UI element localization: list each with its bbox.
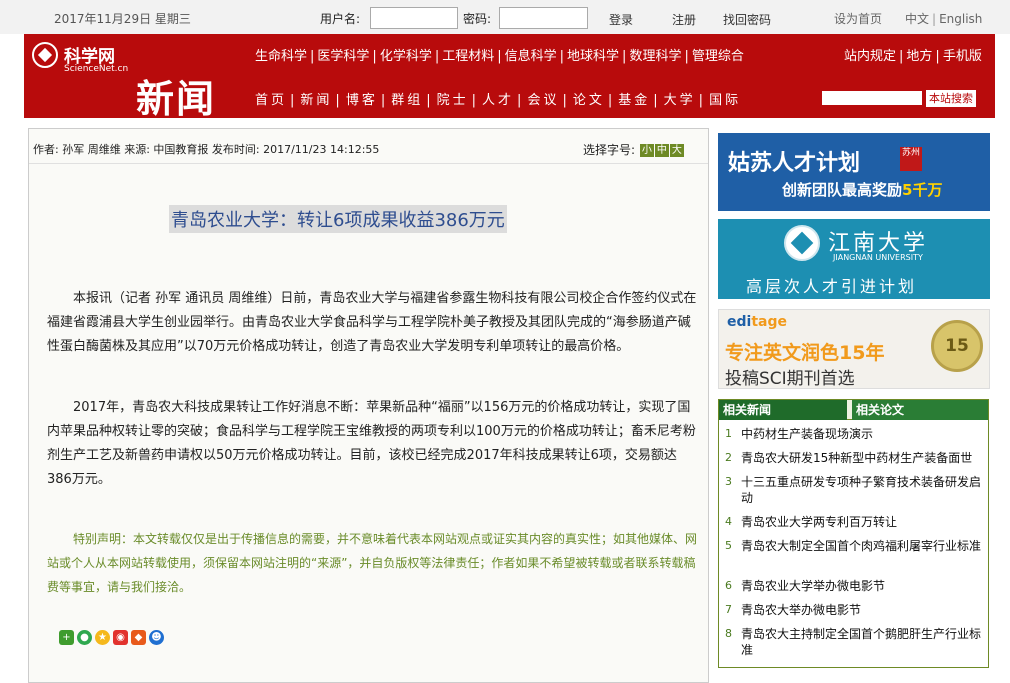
ad3-line2: 投稿SCI期刊首选 [725, 369, 855, 389]
share-qzone-icon[interactable]: ★ [95, 630, 110, 645]
nav-life-science[interactable]: 生命科学 [255, 49, 307, 64]
article-paragraph-1: 本报讯（记者 孙军 通讯员 周维维）日前，青岛农业大学与福建省参露生物科技有限公… [47, 291, 697, 354]
nav-blog[interactable]: 博客 [346, 93, 378, 108]
ad1-subtitle: 创新团队最高奖励5千万 [782, 181, 943, 199]
ad1-suzhou-tag: 苏州 [900, 147, 922, 171]
anniversary-badge-icon: 15 [931, 320, 983, 372]
list-item[interactable]: 2 青岛农大研发15种新型中药材生产装备面世 [719, 450, 988, 474]
nav-university[interactable]: 大学 [664, 93, 696, 108]
share-weibo-icon[interactable]: ◉ [113, 630, 128, 645]
subject-nav: 生命科学 | 医学科学 | 化学科学 | 工程材料 | 信息科学 | 地球科学 | 数理科学 | 管理综合 [255, 49, 744, 64]
list-item[interactable]: 6 青岛农业大学举办微电影节 [719, 578, 988, 602]
list-item[interactable]: 1 中药材生产装备现场演示 [719, 426, 988, 450]
nav-local[interactable]: 地方 [906, 49, 932, 64]
nav-papers[interactable]: 论文 [573, 93, 605, 108]
gusu-talent-ad[interactable]: 姑苏人才计划 苏州 创新团队最高奖励5千万 [718, 133, 990, 211]
ad3-line1: 专注英文润色15年 [725, 342, 885, 364]
current-date: 2017年11月29日 星期三 [54, 12, 191, 26]
tab-related-news[interactable]: 相关新闻 [719, 400, 847, 420]
font-size-selector: 选择字号: 小中大 [583, 141, 684, 158]
nav-home[interactable]: 首页 [255, 93, 287, 108]
article-paragraph-2: 2017年，青岛农大科技成果转让工作好消息不断：苹果新品种“福丽”以156万元的… [47, 400, 696, 487]
nav-international[interactable]: 国际 [709, 93, 741, 108]
logo-en-text: ScienceNet.cn [64, 64, 129, 74]
site-search-button[interactable]: 本站搜索 [926, 90, 976, 107]
site-header: 科学网 ScienceNet.cn 新闻 生命科学 | 医学科学 | 化学科学 | 工程材料… [24, 34, 995, 121]
editage-logo: editage [727, 314, 787, 330]
article-meta: 作者: 孙军 周维维 来源: 中国教育报 发布时间: 2017/11/23 14… [33, 143, 380, 156]
share-person-icon[interactable]: ☻ [149, 630, 164, 645]
nav-management[interactable]: 管理综合 [692, 49, 744, 64]
font-size-label: 选择字号: [583, 143, 636, 157]
password-input[interactable] [499, 7, 588, 29]
related-news-list: 1 中药材生产装备现场演示 2 青岛农大研发15种新型中药材生产装备面世 3 十三五重… [719, 426, 988, 666]
section-title: 新闻 [136, 76, 217, 121]
utility-nav: 站内规定 | 地方 | 手机版 [844, 49, 982, 64]
article-panel: 作者: 孙军 周维维 来源: 中国教育报 发布时间: 2017/11/23 14… [28, 128, 709, 683]
university-seal-icon [784, 225, 820, 261]
top-bar: 2017年11月29日 星期三 用户名: 密码: 登录 注册 找回密码 设为首页… [0, 0, 1010, 34]
font-size-large[interactable]: 大 [669, 144, 684, 157]
font-size-small[interactable]: 小 [639, 144, 654, 157]
tab-related-papers[interactable]: 相关论文 [852, 400, 988, 420]
ad2-university-name-en: JIANGNAN UNIVERSITY [833, 253, 923, 262]
nav-mobile[interactable]: 手机版 [943, 49, 982, 64]
recover-password-link[interactable]: 找回密码 [723, 11, 771, 28]
ad2-subtitle: 高层次人才引进计划 [746, 277, 918, 296]
nav-meetings[interactable]: 会议 [527, 93, 559, 108]
nav-chemistry[interactable]: 化学科学 [380, 49, 432, 64]
site-logo[interactable]: 科学网 ScienceNet.cn [26, 36, 142, 78]
list-item[interactable]: 3 十三五重点研发专项种子繁育技术装备研发启动 [719, 474, 988, 514]
username-label: 用户名: [320, 12, 361, 26]
login-link[interactable]: 登录 [609, 11, 633, 28]
site-search-input[interactable] [822, 91, 922, 105]
nav-engineering[interactable]: 工程材料 [442, 49, 494, 64]
nav-funds[interactable]: 基金 [618, 93, 650, 108]
nav-earth-science[interactable]: 地球科学 [567, 49, 619, 64]
share-more-icon[interactable]: + [59, 630, 74, 645]
nav-site-rules[interactable]: 站内规定 [844, 49, 896, 64]
list-item[interactable]: 8 青岛农大主持制定全国首个鹅肥肝生产行业标准 [719, 626, 988, 666]
list-item[interactable]: 4 青岛农业大学两专利百万转让 [719, 514, 988, 538]
meta-divider [29, 163, 708, 164]
lang-cn-link[interactable]: 中文 [905, 12, 929, 26]
share-wechat-icon[interactable]: ● [77, 630, 92, 645]
font-size-medium[interactable]: 中 [654, 144, 669, 157]
nav-talent[interactable]: 人才 [482, 93, 514, 108]
nav-info-science[interactable]: 信息科学 [505, 49, 557, 64]
username-input[interactable] [370, 7, 458, 29]
nav-academicians[interactable]: 院士 [437, 93, 469, 108]
lang-en-link[interactable]: English [939, 12, 982, 26]
nav-groups[interactable]: 群组 [391, 93, 423, 108]
jiangnan-university-ad[interactable]: 江南大学 JIANGNAN UNIVERSITY 高层次人才引进计划 [718, 219, 990, 299]
nav-news[interactable]: 新闻 [300, 93, 332, 108]
editage-ad[interactable]: editage 专注英文润色15年 投稿SCI期刊首选 15 [718, 309, 990, 389]
register-link[interactable]: 注册 [672, 11, 696, 28]
share-renren-icon[interactable]: ◆ [131, 630, 146, 645]
logo-emblem-icon [26, 36, 64, 74]
list-item[interactable]: 5 青岛农大制定全国首个肉鸡福利屠宰行业标准 [719, 538, 988, 578]
ad1-title: 姑苏人才计划 [728, 151, 861, 176]
list-item[interactable]: 7 青岛农大举办微电影节 [719, 602, 988, 626]
main-nav: 首页 | 新闻 | 博客 | 群组 | 院士 | 人才 | 会议 | 论文 | 基金 | 大学 | 国际 [255, 93, 742, 108]
share-bar: + ● ★ ◉ ◆ ☻ [59, 629, 167, 645]
nav-medical-science[interactable]: 医学科学 [317, 49, 369, 64]
password-label: 密码: [463, 12, 492, 26]
nav-math-physics[interactable]: 数理科学 [629, 49, 681, 64]
article-title: 青岛农业大学：转让6项成果收益386万元 [169, 205, 507, 233]
copyright-notice: 特别声明：本文转载仅仅是出于传播信息的需要，并不意味着代表本网站观点或证实其内容… [47, 532, 698, 594]
set-home-link[interactable]: 设为首页 [834, 10, 882, 27]
related-tabs: 相关新闻 相关论文 [719, 400, 988, 420]
related-panel: 相关新闻 相关论文 1 中药材生产装备现场演示 2 青岛农大研发15种新型中药材生产… [718, 399, 989, 668]
